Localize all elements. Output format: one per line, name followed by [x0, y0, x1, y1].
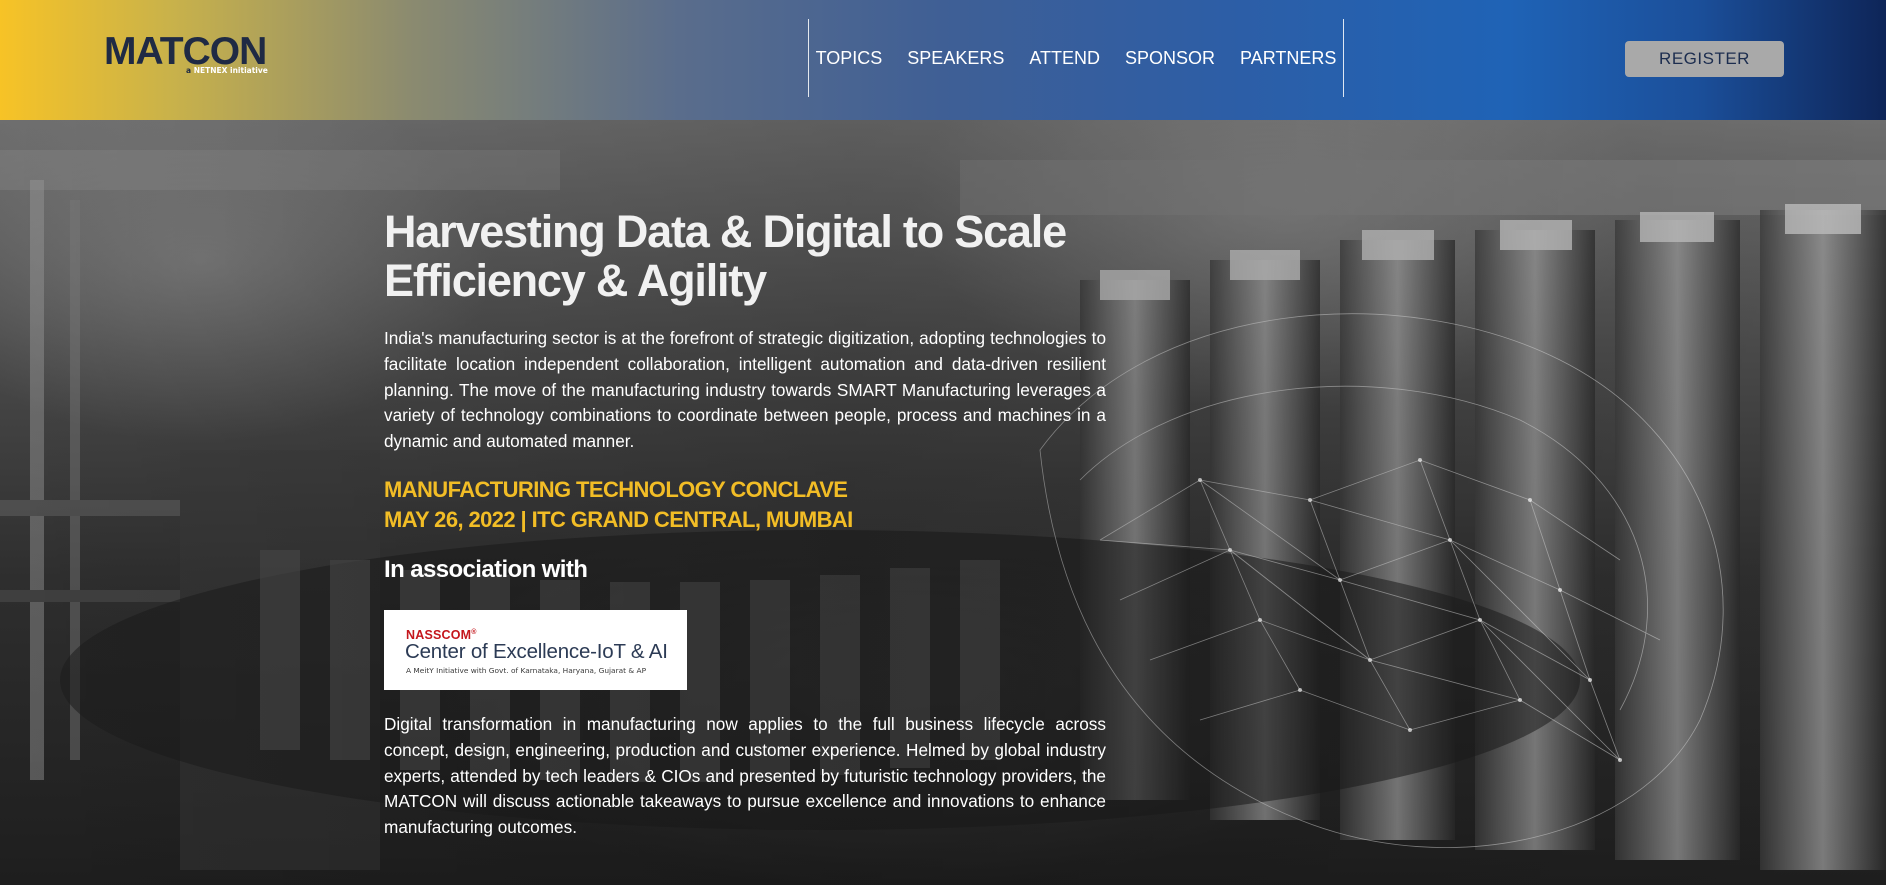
headline-line-2: Efficiency & Agility	[384, 255, 767, 306]
main-nav: TOPICS SPEAKERS ATTEND SPONSOR PARTNERS	[808, 19, 1344, 97]
event-info: MANUFACTURING TECHNOLOGY CONCLAVE MAY 26…	[384, 475, 1106, 535]
nasscom-coe-logo[interactable]: NASSCOM® Center of Excellence-IoT & AI A…	[384, 609, 687, 690]
logo-tagline-prefix: a	[186, 66, 194, 75]
nav-item-sponsor[interactable]: SPONSOR	[1125, 48, 1215, 69]
nav-item-speakers[interactable]: SPEAKERS	[907, 48, 1004, 69]
register-button[interactable]: REGISTER	[1625, 41, 1784, 77]
matcon-logo[interactable]: MATCON a NETNEX initiative	[104, 30, 274, 80]
hero-section: Harvesting Data & Digital to Scale Effic…	[0, 120, 1886, 885]
nav-item-topics[interactable]: TOPICS	[816, 48, 883, 69]
site-header: MATCON a NETNEX initiative TOPICS SPEAKE…	[0, 0, 1886, 120]
partner-subtitle: A MeitY Initiative with Govt. of Karnata…	[406, 665, 647, 675]
event-name: MANUFACTURING TECHNOLOGY CONCLAVE	[384, 476, 848, 502]
hero-headline: Harvesting Data & Digital to Scale Effic…	[384, 207, 1106, 305]
nav-item-attend[interactable]: ATTEND	[1029, 48, 1100, 69]
association-heading: In association with	[384, 555, 588, 583]
logo-tagline-suffix: initiative	[227, 66, 268, 75]
nav-item-partners[interactable]: PARTNERS	[1240, 48, 1336, 69]
event-date-venue: MAY 26, 2022 | ITC GRAND CENTRAL, MUMBAI	[384, 506, 853, 532]
partner-brand-mark: ®	[471, 628, 477, 636]
logo-tagline-brand: NETNEX	[193, 66, 228, 75]
headline-line-1: Harvesting Data & Digital to Scale	[384, 206, 1067, 257]
intro-paragraph: India's manufacturing sector is at the f…	[384, 328, 1106, 452]
logo-tagline: a NETNEX initiative	[186, 66, 268, 75]
outro-paragraph: Digital transformation in manufacturing …	[384, 713, 1106, 838]
hero-content: Harvesting Data & Digital to Scale Effic…	[384, 207, 1106, 841]
partner-title: Center of Excellence-IoT & AI	[405, 639, 668, 663]
